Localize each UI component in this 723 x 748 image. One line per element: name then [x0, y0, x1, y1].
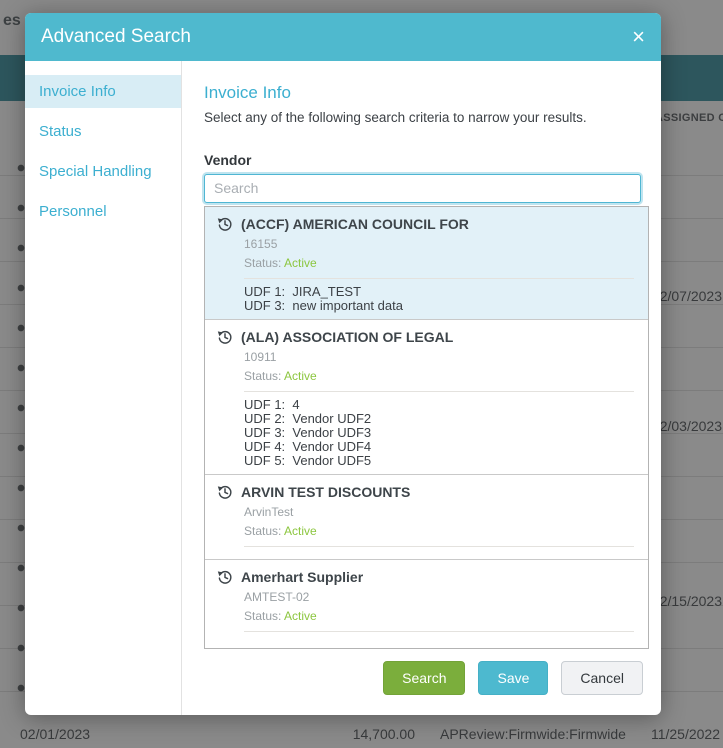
- screen: es ASSIGNED ON 12/07/202312/03/202312/15…: [0, 0, 723, 748]
- modal-title: Advanced Search: [41, 26, 191, 48]
- section-description: Select any of the following search crite…: [204, 110, 645, 125]
- vendor-list: (ACCF) AMERICAN COUNCIL FOR 16155 Status…: [204, 206, 649, 649]
- vendor-status-label: Status:: [244, 609, 281, 623]
- vendor-option[interactable]: ARVIN TEST DISCOUNTS ArvinTest Status: A…: [205, 475, 648, 560]
- vendor-status: Status: Active: [244, 609, 636, 623]
- divider: [244, 278, 634, 279]
- vendor-option-header: (ALA) ASSOCIATION OF LEGAL: [217, 329, 636, 345]
- sidebar-item-status[interactable]: Status: [25, 115, 181, 148]
- vendor-code: 16155: [244, 237, 636, 251]
- vendor-udfs: UDF 1: 4UDF 2: Vendor UDF2UDF 3: Vendor …: [217, 398, 636, 468]
- vendor-status-value: Active: [284, 609, 317, 623]
- modal-footer: Search Save Cancel: [204, 649, 645, 705]
- divider: [244, 631, 634, 632]
- vendor-status: Status: Active: [244, 524, 636, 538]
- vendor-status-label: Status:: [244, 524, 281, 538]
- save-button[interactable]: Save: [478, 661, 548, 695]
- vendor-udf-line: UDF 2: Vendor UDF2: [244, 412, 636, 426]
- vendor-search-input[interactable]: [204, 174, 641, 203]
- vendor-name: Amerhart Supplier: [241, 569, 363, 585]
- vendor-option[interactable]: (ACCF) AMERICAN COUNCIL FOR 16155 Status…: [205, 207, 648, 320]
- close-icon[interactable]: ×: [632, 26, 645, 48]
- vendor-udf-line: UDF 3: new important data: [244, 299, 636, 313]
- advanced-search-modal: Advanced Search × Invoice Info Status Sp…: [25, 13, 661, 715]
- vendor-udf-line: UDF 5: Vendor UDF5: [244, 454, 636, 468]
- vendor-option-header: ARVIN TEST DISCOUNTS: [217, 484, 636, 500]
- history-icon: [217, 216, 233, 232]
- sidebar-item-special-handling[interactable]: Special Handling: [25, 155, 181, 188]
- vendor-status: Status: Active: [244, 369, 636, 383]
- history-icon: [217, 329, 233, 345]
- vendor-name: (ALA) ASSOCIATION OF LEGAL: [241, 329, 453, 345]
- vendor-option-header: (ACCF) AMERICAN COUNCIL FOR: [217, 216, 636, 232]
- vendor-code: 10911: [244, 350, 636, 364]
- modal-header: Advanced Search ×: [25, 13, 661, 61]
- vendor-udf-line: UDF 3: Vendor UDF3: [244, 426, 636, 440]
- section-heading: Invoice Info: [204, 83, 645, 103]
- search-button[interactable]: Search: [383, 661, 465, 695]
- vendor-code: ArvinTest: [244, 505, 636, 519]
- vendor-udfs: UDF 1: JIRA_TESTUDF 3: new important dat…: [217, 285, 636, 313]
- modal-main-panel: Invoice Info Select any of the following…: [182, 61, 661, 715]
- vendor-name: ARVIN TEST DISCOUNTS: [241, 484, 410, 500]
- vendor-status-label: Status:: [244, 256, 281, 270]
- sidebar-item-personnel[interactable]: Personnel: [25, 195, 181, 228]
- vendor-udf-line: UDF 4: Vendor UDF4: [244, 440, 636, 454]
- vendor-option[interactable]: Amerhart Supplier AMTEST-02 Status: Acti…: [205, 560, 648, 644]
- vendor-option[interactable]: (ALA) ASSOCIATION OF LEGAL 10911 Status:…: [205, 320, 648, 475]
- vendor-udf-line: UDF 1: 4: [244, 398, 636, 412]
- vendor-status-value: Active: [284, 256, 317, 270]
- sidebar-item-invoice-info[interactable]: Invoice Info: [25, 75, 181, 108]
- vendor-status: Status: Active: [244, 256, 636, 270]
- vendor-status-label: Status:: [244, 369, 281, 383]
- vendor-name: (ACCF) AMERICAN COUNCIL FOR: [241, 216, 469, 232]
- vendor-option-header: Amerhart Supplier: [217, 569, 636, 585]
- modal-body: Invoice Info Status Special Handling Per…: [25, 61, 661, 715]
- vendor-field-label: Vendor: [204, 152, 645, 168]
- cancel-button[interactable]: Cancel: [561, 661, 643, 695]
- vendor-code: AMTEST-02: [244, 590, 636, 604]
- modal-sidebar: Invoice Info Status Special Handling Per…: [25, 61, 182, 715]
- divider: [244, 546, 634, 547]
- history-icon: [217, 484, 233, 500]
- vendor-status-value: Active: [284, 524, 317, 538]
- vendor-udf-line: UDF 1: JIRA_TEST: [244, 285, 636, 299]
- history-icon: [217, 569, 233, 585]
- divider: [244, 391, 634, 392]
- vendor-status-value: Active: [284, 369, 317, 383]
